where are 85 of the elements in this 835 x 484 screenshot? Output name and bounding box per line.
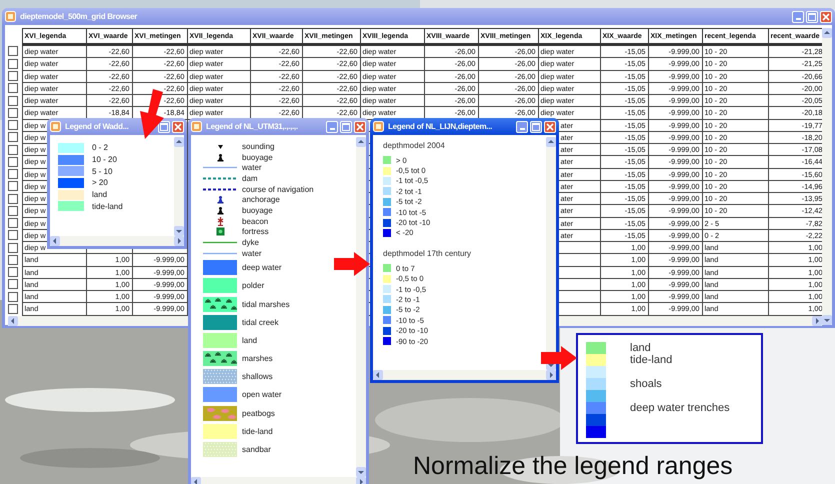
close-button[interactable]	[172, 120, 184, 132]
window-icon	[5, 11, 16, 22]
legend-label: beacon	[242, 216, 268, 226]
pointer-arrow	[541, 346, 577, 370]
checkbox[interactable]	[8, 218, 18, 228]
minimize-button[interactable]	[326, 120, 338, 132]
checkbox[interactable]	[8, 194, 18, 204]
pointer-arrow	[334, 252, 370, 276]
window-title: dieptemodel_500m_grid Browser	[20, 12, 138, 21]
close-button[interactable]	[354, 120, 366, 132]
legend-label: dyke	[242, 238, 259, 248]
legend-label: fortress	[242, 227, 269, 236]
legend-label: water	[242, 163, 262, 172]
legend-label: shallows	[242, 372, 273, 382]
legend-label: 5 - 10	[92, 166, 112, 176]
legend-label: tidal creek	[242, 318, 278, 327]
maximize-button[interactable]	[530, 120, 542, 132]
legend-label: buoyage	[242, 152, 273, 162]
legend-label: land	[630, 342, 651, 354]
checkbox[interactable]	[8, 292, 18, 302]
caption: Normalize the legend ranges	[413, 452, 733, 481]
window-icon	[373, 121, 384, 132]
legend-label: 10 - 20	[92, 155, 117, 164]
checkbox[interactable]	[8, 83, 18, 94]
checkbox[interactable]	[8, 71, 18, 82]
minimize-button[interactable]	[792, 10, 804, 22]
scrollbar[interactable]	[191, 477, 366, 484]
checkbox[interactable]	[8, 230, 18, 240]
legend-label: land	[92, 190, 108, 200]
maximize-button[interactable]	[340, 120, 352, 132]
legend-label: tide-land	[92, 202, 123, 211]
scrollbar[interactable]	[50, 236, 184, 246]
scrollbar[interactable]	[373, 370, 556, 380]
window-title: Legend of NL_LIJN,dieptem...	[388, 122, 494, 131]
legend-label: shoals	[630, 378, 662, 390]
scrollbar[interactable]	[822, 28, 832, 325]
checkbox[interactable]	[8, 254, 18, 265]
maximize-button[interactable]	[158, 120, 170, 132]
checkbox[interactable]	[8, 96, 18, 106]
minimize-button[interactable]	[516, 120, 528, 132]
legend-label: marshes	[242, 354, 273, 364]
checkbox[interactable]	[8, 169, 18, 180]
pointer-arrow	[140, 89, 164, 139]
checkbox[interactable]	[8, 181, 18, 192]
window-icon	[50, 121, 61, 132]
legend-label: deep water trenches	[630, 402, 730, 414]
checkbox[interactable]	[8, 132, 18, 142]
legend-label: buoyage	[242, 206, 273, 215]
legend-label: peatbogs	[242, 408, 275, 418]
checkbox[interactable]	[8, 120, 18, 130]
legend-label: land	[242, 336, 258, 345]
window-title: Legend of NL_UTM31,.,.,.,.	[206, 122, 299, 131]
legend-label: anchorage	[242, 195, 280, 204]
checkbox[interactable]	[8, 46, 18, 56]
close-button[interactable]	[544, 120, 556, 132]
legend-label: course of navigation	[242, 184, 314, 194]
scrollbar[interactable]	[356, 137, 366, 477]
checkbox[interactable]	[8, 108, 18, 118]
legend-label: sandbar	[242, 445, 271, 454]
checkbox[interactable]	[8, 206, 18, 216]
legend-label: sounding	[242, 142, 274, 151]
legend-label: polder	[242, 281, 264, 290]
checkbox[interactable]	[8, 279, 18, 290]
checkbox[interactable]	[8, 156, 18, 167]
checkbox[interactable]	[8, 144, 18, 155]
scrollbar[interactable]	[546, 137, 556, 370]
legend-label: deep water	[242, 263, 282, 272]
checkbox[interactable]	[8, 267, 18, 278]
legend-heading: depthmodel 2004	[383, 140, 446, 152]
legend-label: dam	[242, 174, 258, 183]
legend-label: open water	[242, 390, 282, 400]
close-button[interactable]	[820, 10, 832, 22]
scrollbar[interactable]	[174, 137, 184, 236]
legend-heading: depthmodel 17th century	[383, 248, 472, 260]
checkbox[interactable]	[8, 242, 18, 253]
legend-label: water	[242, 248, 262, 258]
maximize-button[interactable]	[806, 10, 818, 22]
checkbox[interactable]	[8, 58, 18, 69]
window-icon	[191, 121, 202, 132]
checkbox[interactable]	[8, 304, 18, 314]
legend-label: tidal marshes	[242, 300, 290, 309]
legend-label: tide-land	[630, 354, 672, 366]
legend-label: tide-land	[242, 426, 273, 436]
legend-label: > 20	[92, 178, 108, 188]
legend-label: 0 - 2	[92, 143, 108, 152]
